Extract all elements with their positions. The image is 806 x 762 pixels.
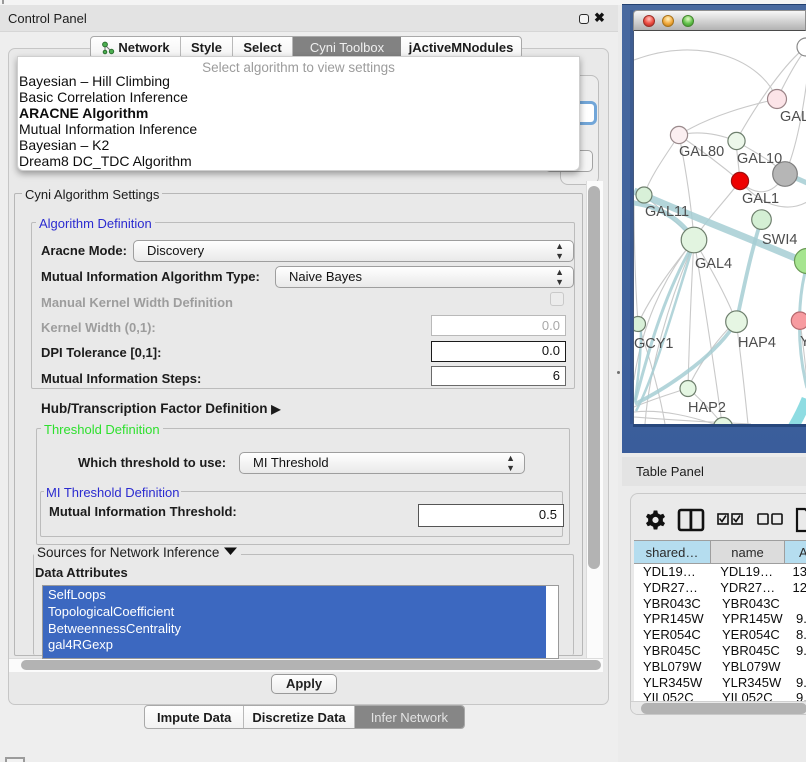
svg-text:HAP4: HAP4 <box>738 335 776 351</box>
svg-text:GAL11: GAL11 <box>645 204 689 220</box>
svg-text:GAL80: GAL80 <box>679 144 724 160</box>
svg-text:GCY1: GCY1 <box>634 336 674 352</box>
svg-text:GAL10: GAL10 <box>737 151 782 167</box>
svg-text:GAL4: GAL4 <box>695 256 732 272</box>
svg-text:GAL: GAL <box>780 109 806 125</box>
svg-text:Y: Y <box>800 334 806 350</box>
svg-text:GAL1: GAL1 <box>742 191 779 207</box>
svg-text:HAP2: HAP2 <box>688 400 726 416</box>
svg-text:SWI4: SWI4 <box>762 232 797 248</box>
